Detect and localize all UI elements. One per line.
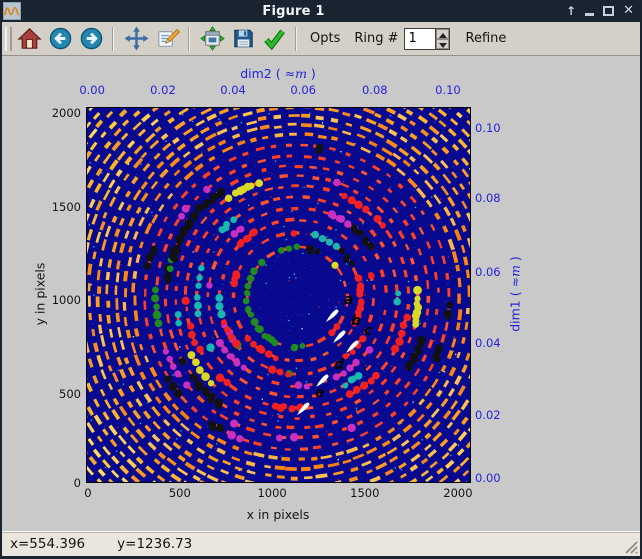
minimize-button[interactable] <box>585 13 594 16</box>
tick-label: 2000 <box>2 106 81 120</box>
tick-label: 500 <box>2 387 81 401</box>
tick-label: 0 <box>84 486 91 500</box>
top-axis-label: dim2 ( ≈m ) <box>240 66 316 81</box>
back-icon <box>48 26 73 51</box>
x-axis-label: x in pixels <box>247 507 310 522</box>
tick-label: 0.02 <box>475 408 501 422</box>
toolbar: Opts Ring # Refine <box>2 22 640 56</box>
tick-label: 2000 <box>443 486 472 500</box>
pan-button[interactable] <box>123 25 150 52</box>
tick-label: 0.04 <box>220 83 246 97</box>
tick-label: 0.06 <box>290 83 316 97</box>
edit-plot-button[interactable] <box>154 25 181 52</box>
maximize-button[interactable] <box>603 6 614 16</box>
resize-grip-icon[interactable] <box>622 538 638 554</box>
close-button[interactable]: ✕ <box>623 5 634 17</box>
home-icon <box>17 26 42 51</box>
toolbar-handle[interactable] <box>5 27 12 51</box>
toolbar-separator <box>112 27 114 51</box>
save-button[interactable] <box>230 25 257 52</box>
toolbar-separator <box>188 27 190 51</box>
tick-label: 0.00 <box>475 471 501 485</box>
title-bar[interactable]: Figure 1 ↑ ✕ <box>0 0 642 22</box>
cursor-y-readout: y=1236.73 <box>117 536 192 552</box>
tick-label: 1500 <box>2 200 81 214</box>
tick-label: 1000 <box>257 486 286 500</box>
tick-label: 0.00 <box>79 83 105 97</box>
toolbar-separator <box>295 27 297 51</box>
configure-subplots-button[interactable] <box>199 25 226 52</box>
spin-up-button[interactable] <box>436 29 449 39</box>
back-button[interactable] <box>47 25 74 52</box>
status-bar: x=554.396 y=1236.73 <box>2 531 640 556</box>
tick-label: 0.10 <box>435 83 461 97</box>
configure-subplots-icon <box>200 26 225 51</box>
cursor-x-readout: x=554.396 <box>10 536 85 552</box>
tick-label: 0.10 <box>475 121 501 135</box>
right-axis-label: dim1 ( ≈m ) <box>508 256 523 332</box>
window-title: Figure 1 <box>21 4 566 19</box>
tick-label: 0 <box>2 476 81 490</box>
tick-label: 0.02 <box>150 83 176 97</box>
ring-number-input[interactable] <box>405 29 435 49</box>
tick-label: 1500 <box>350 486 379 500</box>
plot-canvas[interactable] <box>87 108 470 482</box>
tick-label: 0.08 <box>362 83 388 97</box>
forward-icon <box>79 26 104 51</box>
forward-button[interactable] <box>78 25 105 52</box>
tick-label: 500 <box>169 486 191 500</box>
ring-number-spinbox[interactable] <box>404 28 450 50</box>
check-icon <box>262 26 287 51</box>
refine-button[interactable]: Refine <box>466 31 507 46</box>
plot-frame <box>86 107 471 483</box>
tick-label: 0.04 <box>475 336 501 350</box>
figure-canvas-area: dim2 ( ≈m ) dim1 ( ≈m ) y in pixels x in… <box>2 56 640 531</box>
edit-plot-icon <box>155 26 180 51</box>
home-button[interactable] <box>16 25 43 52</box>
ring-number-label: Ring # <box>354 31 398 46</box>
opts-button[interactable]: Opts <box>310 31 340 46</box>
matplotlib-logo-icon <box>3 2 21 20</box>
tick-label: 0.08 <box>475 191 501 205</box>
pan-icon <box>124 26 149 51</box>
tick-label: 1000 <box>2 293 81 307</box>
save-icon <box>231 26 256 51</box>
shade-button[interactable]: ↑ <box>566 5 576 17</box>
spin-down-button[interactable] <box>436 39 449 49</box>
apply-check-button[interactable] <box>261 25 288 52</box>
figure-window: Figure 1 ↑ ✕ <box>0 0 642 559</box>
tick-label: 0.06 <box>475 265 501 279</box>
